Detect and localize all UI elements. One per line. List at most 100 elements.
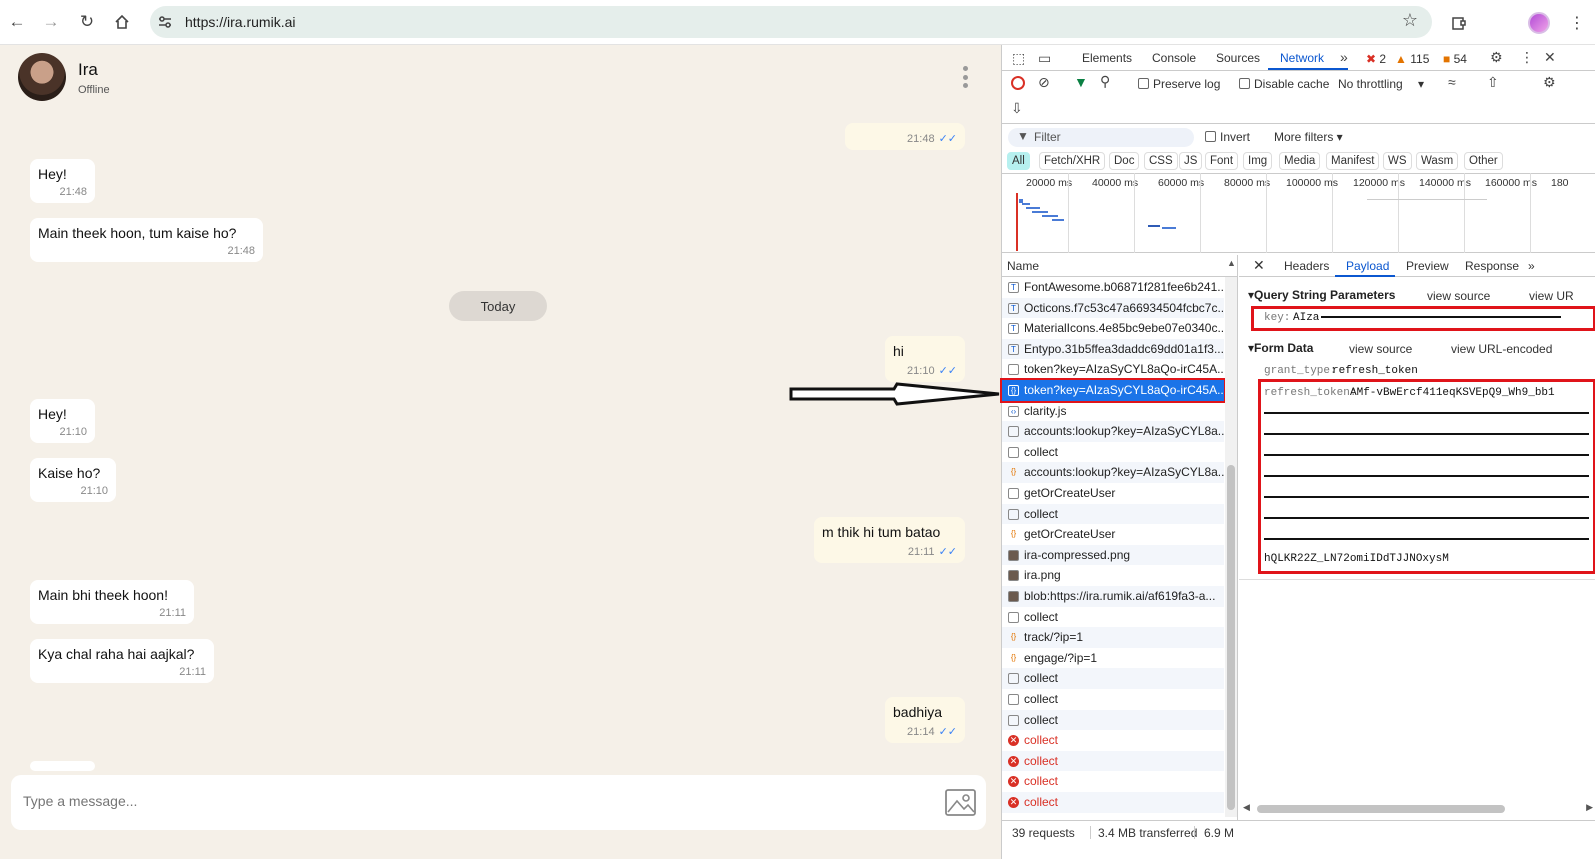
request-list-scroll-thumb[interactable] [1227, 465, 1235, 810]
issues-count-badge[interactable]: ■ 54 [1443, 52, 1467, 66]
address-bar[interactable]: https://ira.rumik.ai ☆ [150, 6, 1432, 38]
query-string-section-toggle[interactable]: ▾Query String Parameters [1248, 288, 1395, 302]
tab-elements[interactable]: Elements [1082, 51, 1132, 65]
profile-avatar[interactable] [1528, 12, 1550, 34]
export-har-icon[interactable]: ⇩ [1011, 100, 1023, 117]
home-icon[interactable] [110, 10, 134, 34]
clear-icon[interactable]: ⊘ [1038, 74, 1050, 91]
request-row[interactable]: accounts:lookup?key=AIzaSyCYL8a... [1002, 421, 1224, 442]
reload-icon[interactable]: ↻ [75, 10, 99, 34]
settings-gear-icon[interactable]: ⚙ [1490, 49, 1503, 66]
name-column-header[interactable]: Name ▲ [1002, 255, 1238, 277]
request-row[interactable]: {} getOrCreateUser [1002, 524, 1224, 545]
preserve-log-checkbox[interactable]: Preserve log [1138, 77, 1220, 91]
more-filters-dropdown[interactable]: More filters ▾ [1274, 130, 1343, 144]
tab-preview[interactable]: Preview [1406, 259, 1449, 273]
search-icon[interactable]: ⚲ [1100, 73, 1110, 90]
more-detail-tabs-icon[interactable]: » [1528, 259, 1535, 273]
type-filter-ws[interactable]: WS [1383, 152, 1412, 170]
throttling-select[interactable]: No throttling ▾ [1338, 77, 1424, 91]
filter-funnel-icon[interactable]: ▼ [1074, 74, 1088, 90]
close-devtools-icon[interactable]: ✕ [1544, 49, 1556, 66]
type-filter-css[interactable]: CSS [1144, 152, 1178, 170]
filter-input[interactable]: ▼ Filter [1008, 128, 1194, 147]
request-row[interactable]: getOrCreateUser [1002, 483, 1224, 504]
type-filter-doc[interactable]: Doc [1109, 152, 1140, 170]
request-row[interactable]: T FontAwesome.b06871f281fee6b241... [1002, 277, 1224, 298]
request-row[interactable]: T Entypo.31b5ffea3daddc69dd01a1f3... [1002, 338, 1224, 360]
extensions-icon[interactable] [1446, 10, 1472, 36]
invert-checkbox[interactable]: Invert [1205, 130, 1250, 144]
type-filter-fetch-xhr[interactable]: Fetch/XHR [1039, 152, 1106, 170]
detail-horizontal-scrollbar[interactable]: ◀ ▶ [1243, 802, 1593, 816]
back-icon[interactable]: ← [5, 10, 29, 34]
tab-network[interactable]: Network [1280, 51, 1324, 65]
browser-menu-icon[interactable]: ⋮ [1564, 10, 1590, 36]
type-filter-font[interactable]: Font [1205, 152, 1239, 170]
request-row[interactable]: ‹› clarity.js [1002, 401, 1224, 422]
tab-response[interactable]: Response [1465, 259, 1519, 273]
request-row[interactable]: token?key=AIzaSyCYL8aQo-irC45A... [1002, 359, 1224, 380]
message-input[interactable] [23, 793, 823, 809]
type-filter-other[interactable]: Other [1464, 152, 1503, 170]
device-toolbar-icon[interactable]: ▭ [1038, 50, 1051, 67]
close-detail-icon[interactable]: ✕ [1253, 257, 1265, 274]
record-icon[interactable] [1011, 76, 1025, 90]
avatar[interactable] [18, 53, 66, 101]
request-row[interactable]: collect [1002, 442, 1224, 463]
grant-type-value[interactable]: refresh_token [1332, 365, 1418, 377]
disable-cache-checkbox[interactable]: Disable cache [1239, 77, 1329, 91]
tab-sources[interactable]: Sources [1216, 51, 1260, 65]
request-row[interactable]: {} accounts:lookup?key=AIzaSyCYL8a... [1002, 462, 1224, 483]
bookmark-star-icon[interactable]: ☆ [1402, 10, 1418, 31]
request-row[interactable]: ✕ collect [1002, 771, 1224, 792]
request-row[interactable]: ✕ collect [1002, 750, 1224, 772]
warning-count-badge[interactable]: ▲ 115 [1395, 52, 1429, 66]
request-row[interactable]: collect [1002, 709, 1224, 731]
network-conditions-icon[interactable]: ≈ [1448, 74, 1456, 90]
request-row[interactable]: T Octicons.f7c53c47a66934504fcbc7c... [1002, 297, 1224, 319]
inspect-element-icon[interactable]: ⬚ [1012, 50, 1025, 67]
request-row[interactable]: collect [1002, 689, 1224, 710]
request-row[interactable]: collect [1002, 503, 1224, 525]
url-text[interactable]: https://ira.rumik.ai [185, 14, 295, 30]
view-url-encoded-button[interactable]: view UR [1529, 289, 1574, 303]
image-upload-icon[interactable] [944, 787, 977, 818]
type-filter-img[interactable]: Img [1243, 152, 1273, 170]
type-filter-media[interactable]: Media [1279, 152, 1321, 170]
site-settings-icon[interactable] [157, 14, 173, 30]
tab-headers[interactable]: Headers [1284, 259, 1329, 273]
type-filter-wasm[interactable]: Wasm [1416, 152, 1459, 170]
request-row[interactable]: collect [1002, 668, 1224, 689]
request-row[interactable]: ■ blob:https://ira.rumik.ai/af619fa3-a... [1002, 586, 1224, 607]
request-row[interactable]: ■ ira.png [1002, 565, 1224, 586]
view-source-button[interactable]: view source [1427, 289, 1490, 303]
refresh-token-value[interactable]: AMf-vBwErcf411eqKSVEpQ9_Wh9_bb1 [1350, 387, 1555, 399]
refresh-token-tail[interactable]: hQLKR22Z_LN72omiIDdTJJNOxysM [1264, 553, 1449, 565]
forward-icon[interactable]: → [39, 10, 63, 34]
form-data-section-toggle[interactable]: ▾Form Data [1248, 341, 1313, 355]
request-row[interactable]: {} track/?ip=1 [1002, 627, 1224, 648]
more-tabs-icon[interactable]: » [1340, 49, 1348, 65]
network-timeline-overview[interactable]: 20000 ms 40000 ms 60000 ms 80000 ms 1000… [1002, 173, 1595, 253]
type-filter-js[interactable]: JS [1179, 152, 1203, 170]
tab-console[interactable]: Console [1152, 51, 1196, 65]
request-row[interactable]: ✕ collect [1002, 730, 1224, 751]
network-settings-icon[interactable]: ⚙ [1543, 74, 1556, 91]
view-url-encoded-button[interactable]: view URL-encoded [1451, 342, 1552, 356]
error-count-badge[interactable]: ✖ 2 [1366, 52, 1386, 66]
tab-payload[interactable]: Payload [1346, 259, 1389, 273]
type-filter-all[interactable]: All [1007, 152, 1030, 170]
request-row[interactable]: {} engage/?ip=1 [1002, 648, 1224, 669]
request-row[interactable]: T MaterialIcons.4e85bc9ebe07e0340c... [1002, 318, 1224, 339]
more-options-icon[interactable] [958, 63, 972, 91]
devtools-menu-icon[interactable]: ⋮ [1520, 49, 1534, 66]
request-row[interactable]: ■ ira-compressed.png [1002, 544, 1224, 566]
request-row[interactable]: ✕ collect [1002, 792, 1224, 813]
type-filter-manifest[interactable]: Manifest [1326, 152, 1380, 170]
request-row[interactable]: collect [1002, 607, 1224, 628]
query-key-value[interactable]: AIza [1293, 312, 1319, 324]
import-har-icon[interactable]: ⇧ [1487, 74, 1499, 91]
request-row[interactable]: {} token?key=AIzaSyCYL8aQo-irC45A... [1000, 378, 1226, 403]
view-source-button[interactable]: view source [1349, 342, 1412, 356]
